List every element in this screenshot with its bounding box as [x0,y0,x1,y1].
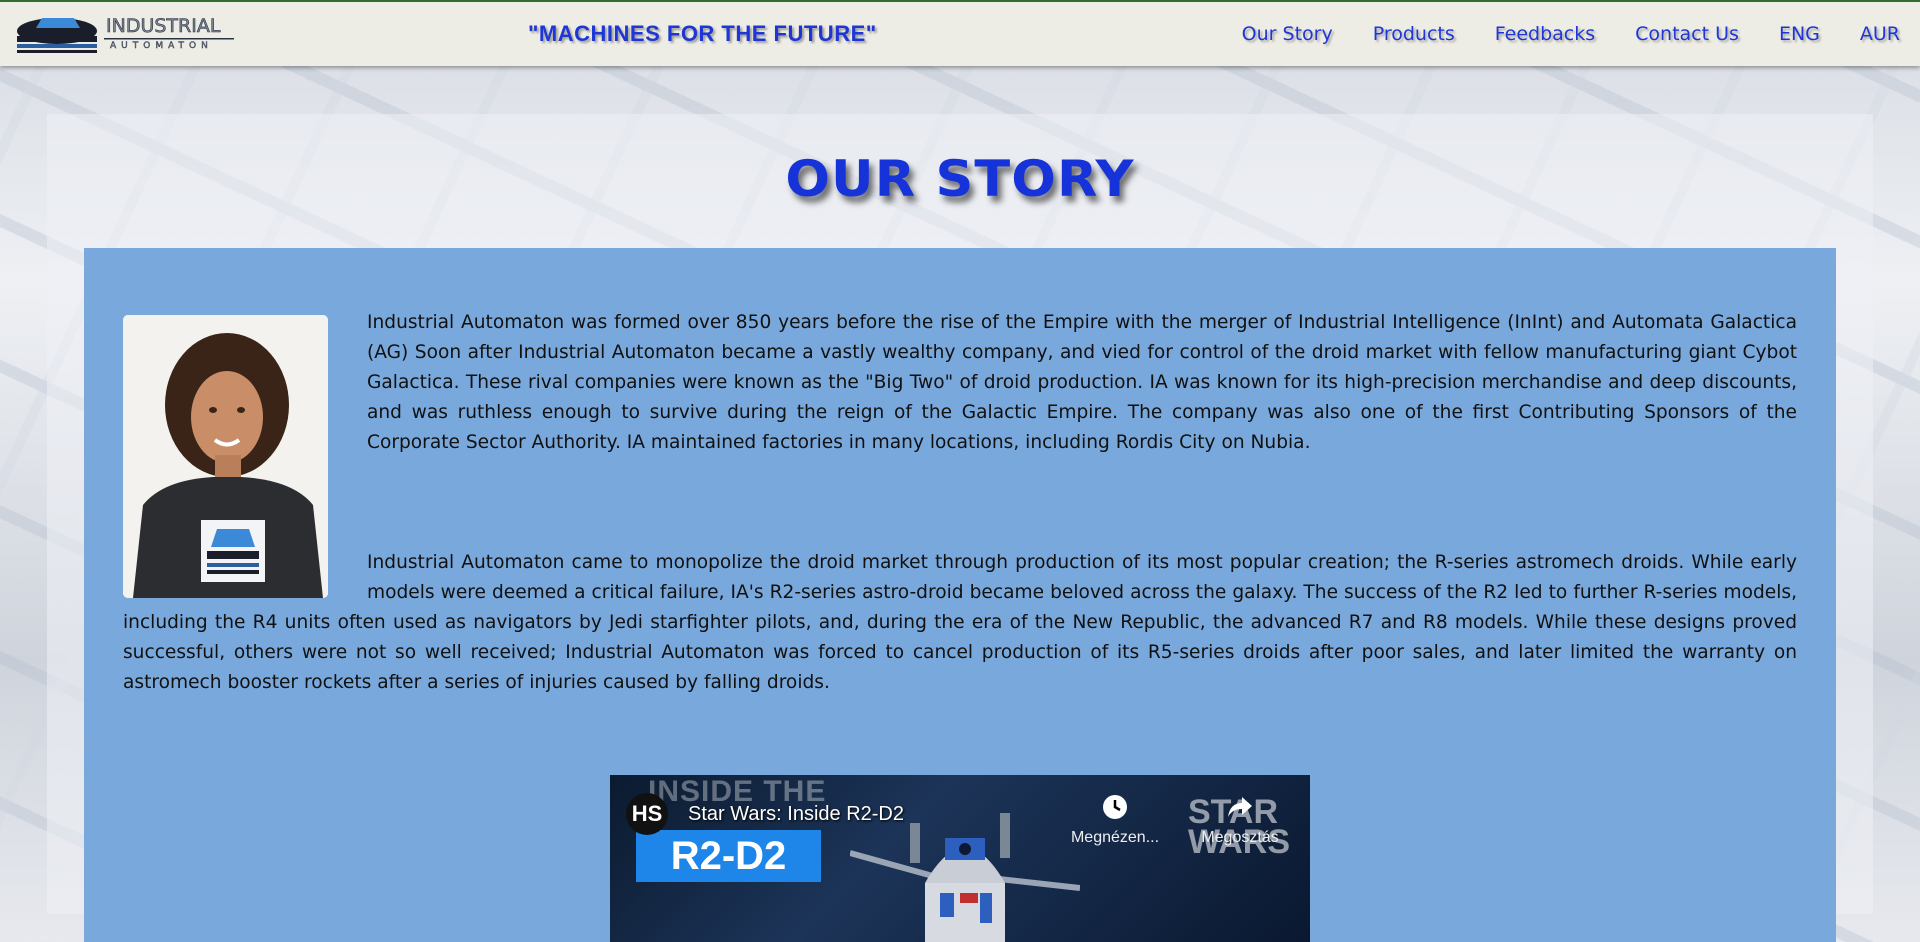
nav-our-story[interactable]: Our Story [1242,23,1333,45]
story-paragraph-2: Industrial Automaton came to monopolize … [123,552,1797,693]
nav-feedbacks[interactable]: Feedbacks [1495,23,1595,45]
watch-later-label: Megnézen... [1070,829,1160,846]
main-nav: Our Story Products Feedbacks Contact Us … [1242,23,1900,45]
channel-badge[interactable]: HS [626,793,668,835]
embedded-video[interactable]: INSIDE THE R2-D2 HS Star Wars: Inside R2… [610,775,1310,942]
nav-contact-us[interactable]: Contact Us [1635,23,1739,45]
nav-products[interactable]: Products [1373,23,1455,45]
share-label: Megosztás [1201,829,1279,846]
clock-icon [1103,795,1127,819]
industrial-automaton-logo[interactable]: INDUSTRIAL AUTOMATON [14,10,236,56]
page-title: OUR STORY [785,150,1135,208]
site-header: INDUSTRIAL AUTOMATON "MACHINES FOR THE F… [0,0,1920,66]
nav-currency-aur[interactable]: AUR [1860,23,1900,45]
video-thumbnail-name: R2-D2 [636,830,821,882]
nav-language-eng[interactable]: ENG [1779,23,1820,45]
logo-line2: AUTOMATON [110,41,213,51]
story-paragraph-2-block: Industrial Automaton came to monopolize … [123,548,1797,698]
share-button[interactable]: Megosztás [1185,793,1295,847]
slogan: "MACHINES FOR THE FUTURE" [528,21,877,46]
story-paragraph-1: Industrial Automaton was formed over 850… [367,312,1797,453]
share-icon [1228,797,1252,817]
watch-later-button[interactable]: Megnézen... [1070,793,1160,847]
video-title[interactable]: Star Wars: Inside R2-D2 [688,803,904,826]
logo-line1: INDUSTRIAL [106,15,221,37]
